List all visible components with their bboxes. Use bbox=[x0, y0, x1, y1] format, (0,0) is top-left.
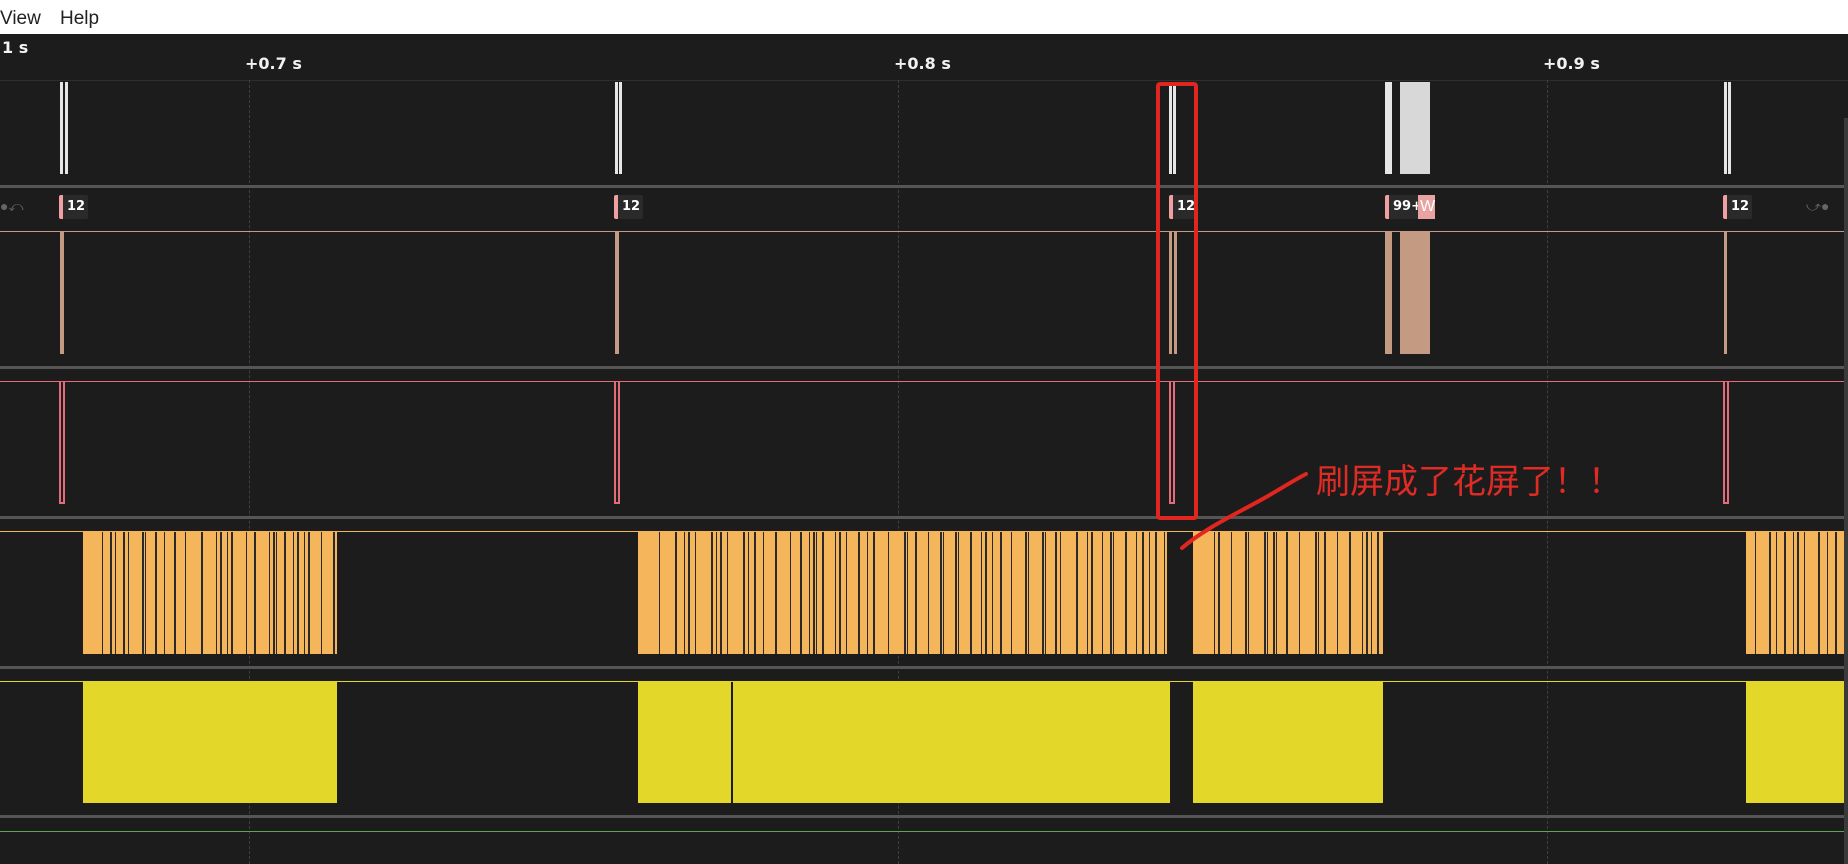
annotation-arrow bbox=[1180, 472, 1308, 550]
annotation-text: 刷屏成了花屏了！！ bbox=[1316, 462, 1622, 502]
